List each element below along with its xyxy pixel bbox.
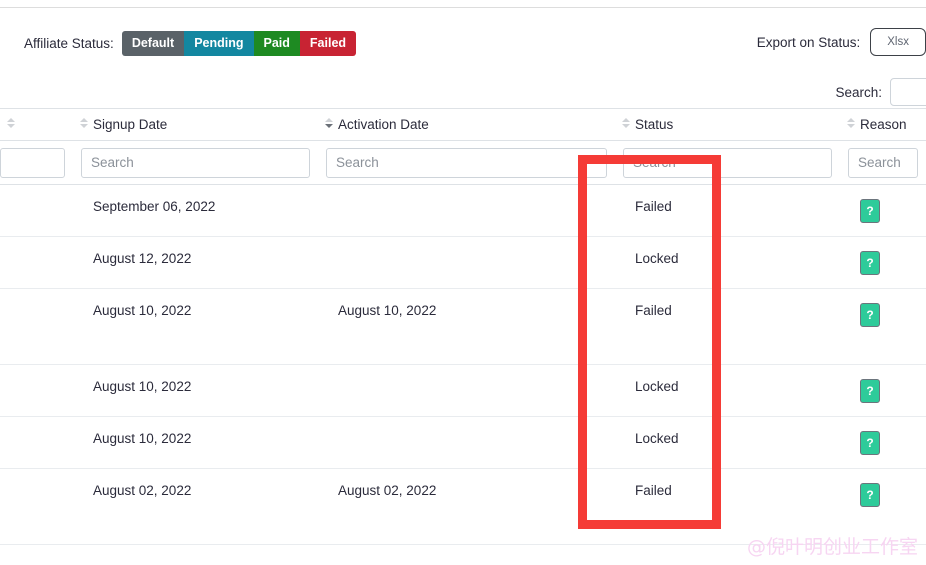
status-button-pending[interactable]: Pending xyxy=(184,31,254,56)
global-search-input[interactable] xyxy=(890,78,926,106)
affiliates-table: Signup Date Activation Date Status Reaso… xyxy=(0,108,926,545)
filter-cell-reason xyxy=(840,141,926,184)
column-header-reason[interactable]: Reason xyxy=(840,109,926,140)
table-row: August 10, 2022 Locked? xyxy=(0,365,926,417)
column-header-activation-date[interactable]: Activation Date xyxy=(318,109,615,140)
cell-activation-date: August 10, 2022 xyxy=(318,289,615,364)
column-header-reason-label: Reason xyxy=(860,117,907,132)
cell-activation-date: August 02, 2022 xyxy=(318,469,615,544)
cell-blank xyxy=(0,365,73,416)
global-search-label: Search: xyxy=(835,84,882,100)
watermark: @倪叶明创业工作室 xyxy=(746,536,918,558)
export-xlsx-button[interactable]: Xlsx xyxy=(870,28,926,56)
cell-signup-date-text: August 10, 2022 xyxy=(93,379,192,394)
column-header-signup-date-label: Signup Date xyxy=(93,117,168,132)
cell-activation-date xyxy=(318,417,615,468)
filter-input-status[interactable] xyxy=(623,147,832,178)
status-button-default[interactable]: Default xyxy=(121,31,185,56)
status-button-failed[interactable]: Failed xyxy=(299,31,357,56)
filter-input-blank[interactable] xyxy=(0,147,65,178)
cell-activation-date-text: August 10, 2022 xyxy=(338,303,437,318)
cell-blank xyxy=(0,289,73,364)
cell-status-text: Failed xyxy=(635,483,672,498)
table-header-row: Signup Date Activation Date Status Reaso… xyxy=(0,108,926,141)
cell-blank xyxy=(0,185,73,236)
sort-icon-status[interactable] xyxy=(621,117,630,132)
cell-signup-date: August 10, 2022 xyxy=(73,365,318,416)
cell-reason: ? xyxy=(840,365,926,416)
table-filter-row xyxy=(0,141,926,185)
filter-input-activation-date[interactable] xyxy=(326,147,607,178)
cell-signup-date-text: September 06, 2022 xyxy=(93,199,216,214)
affiliate-status-filter: Affiliate Status: Default Pending Paid F… xyxy=(24,31,357,56)
cell-signup-date: August 10, 2022 xyxy=(73,289,318,364)
filter-cell-signup-date xyxy=(73,141,318,184)
cell-status: Locked xyxy=(615,237,840,288)
cell-reason: ? xyxy=(840,237,926,288)
table-row: August 10, 2022 August 10, 2022 Failed? xyxy=(0,289,926,365)
cell-activation-date xyxy=(318,237,615,288)
cell-signup-date: August 02, 2022 xyxy=(73,469,318,544)
toolbar: Affiliate Status: Default Pending Paid F… xyxy=(0,8,926,106)
cell-status: Locked xyxy=(615,417,840,468)
status-button-paid[interactable]: Paid xyxy=(253,31,300,56)
column-header-status[interactable]: Status xyxy=(615,109,840,140)
cell-status-text: Locked xyxy=(635,251,679,266)
cell-reason: ? xyxy=(840,289,926,364)
filter-input-signup-date[interactable] xyxy=(81,147,310,178)
global-search: Search: xyxy=(835,78,926,106)
column-header-activation-date-label: Activation Date xyxy=(338,117,429,132)
cell-signup-date-text: August 10, 2022 xyxy=(93,431,192,446)
sort-icon-signup-date[interactable] xyxy=(79,117,88,132)
reason-help-badge[interactable]: ? xyxy=(860,303,880,327)
export-controls: Export on Status: Xlsx xyxy=(757,28,926,56)
cell-status-text: Locked xyxy=(635,431,679,446)
cell-reason: ? xyxy=(840,185,926,236)
cell-status: Failed xyxy=(615,289,840,364)
cell-blank xyxy=(0,417,73,468)
sort-icon-blank[interactable] xyxy=(6,117,15,132)
reason-help-badge[interactable]: ? xyxy=(860,379,880,403)
cell-signup-date-text: August 02, 2022 xyxy=(93,483,192,498)
table-row: August 12, 2022 Locked? xyxy=(0,237,926,289)
cell-activation-date xyxy=(318,185,615,236)
filter-cell-activation-date xyxy=(318,141,615,184)
cell-signup-date: September 06, 2022 xyxy=(73,185,318,236)
table-body: September 06, 2022 Failed? August 12, 2022… xyxy=(0,185,926,545)
cell-status: Locked xyxy=(615,365,840,416)
export-on-status-label: Export on Status: xyxy=(756,34,861,50)
column-header-blank[interactable] xyxy=(0,109,73,140)
cell-status-text: Failed xyxy=(635,303,672,318)
cell-activation-date xyxy=(318,365,615,416)
reason-help-badge[interactable]: ? xyxy=(860,431,880,455)
cell-signup-date-text: August 10, 2022 xyxy=(93,303,192,318)
sort-icon-reason[interactable] xyxy=(846,117,855,132)
reason-help-badge[interactable]: ? xyxy=(860,199,880,223)
cell-reason: ? xyxy=(840,417,926,468)
cell-signup-date: August 12, 2022 xyxy=(73,237,318,288)
cell-signup-date: August 10, 2022 xyxy=(73,417,318,468)
reason-help-badge[interactable]: ? xyxy=(860,251,880,275)
cell-blank xyxy=(0,237,73,288)
table-row: August 10, 2022 Locked? xyxy=(0,417,926,469)
cell-blank xyxy=(0,469,73,544)
table-row: September 06, 2022 Failed? xyxy=(0,185,926,237)
cell-status: Failed xyxy=(615,185,840,236)
status-button-group: Default Pending Paid Failed xyxy=(121,31,357,56)
cell-status-text: Locked xyxy=(635,379,679,394)
page-root: Affiliate Status: Default Pending Paid F… xyxy=(0,0,926,565)
sort-icon-activation-date[interactable] xyxy=(324,117,333,132)
filter-cell-blank xyxy=(0,141,73,184)
cell-signup-date-text: August 12, 2022 xyxy=(93,251,192,266)
column-header-signup-date[interactable]: Signup Date xyxy=(73,109,318,140)
filter-input-reason[interactable] xyxy=(848,147,918,178)
column-header-status-label: Status xyxy=(635,117,674,132)
reason-help-badge[interactable]: ? xyxy=(860,483,880,507)
affiliate-status-label: Affiliate Status: xyxy=(24,36,114,51)
cell-activation-date-text: August 02, 2022 xyxy=(338,483,437,498)
cell-status-text: Failed xyxy=(635,199,672,214)
filter-cell-status xyxy=(615,141,840,184)
